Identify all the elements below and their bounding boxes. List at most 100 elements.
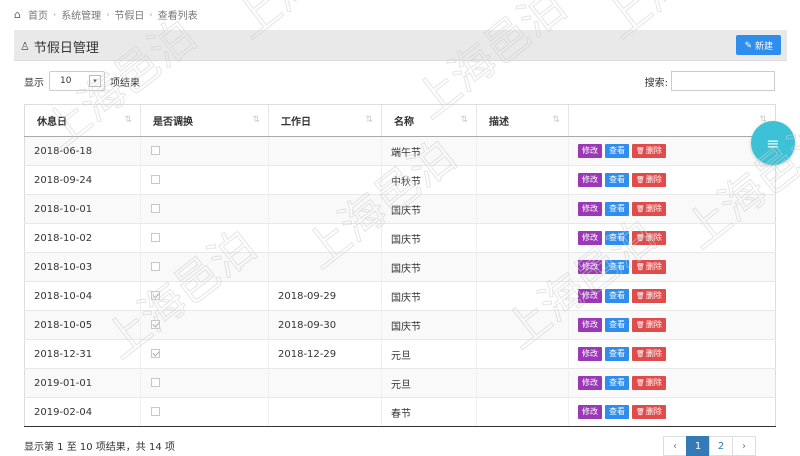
delete-label: 删除 xyxy=(645,146,662,155)
new-button[interactable]: ✎ 新建 xyxy=(736,35,781,55)
swapped-checkbox xyxy=(151,378,160,387)
cell-actions: 修改 查看 🗑删除 xyxy=(568,310,776,340)
user-icon: ♙ xyxy=(20,40,30,53)
new-button-label: 新建 xyxy=(754,40,773,51)
view-button[interactable]: 查看 xyxy=(605,347,629,361)
edit-button[interactable]: 修改 xyxy=(578,376,602,390)
breadcrumb-separator: › xyxy=(149,9,153,19)
cell-description xyxy=(476,368,569,398)
cell-name: 中秋节 xyxy=(381,165,477,195)
table-row: 2018-06-18 端午节 修改 查看 🗑删除 xyxy=(24,136,776,166)
cell-description xyxy=(476,136,569,166)
page-button-1[interactable]: 1 xyxy=(686,436,710,456)
table-row: 2018-10-04 2018-09-29 国庆节 修改 查看 🗑删除 xyxy=(24,281,776,311)
menu-fab-button[interactable]: ≡ xyxy=(751,121,795,165)
edit-button[interactable]: 修改 xyxy=(578,318,602,332)
view-button[interactable]: 查看 xyxy=(605,144,629,158)
col-header-description[interactable]: 描述 ⇅ xyxy=(476,104,569,137)
trash-icon: 🗑 xyxy=(636,408,645,416)
delete-label: 删除 xyxy=(645,233,662,242)
cell-swapped xyxy=(140,165,269,195)
delete-button[interactable]: 🗑删除 xyxy=(632,376,666,390)
cell-rest-day: 2018-10-02 xyxy=(24,223,141,253)
edit-button[interactable]: 修改 xyxy=(578,405,602,419)
cell-description xyxy=(476,339,569,369)
view-button[interactable]: 查看 xyxy=(605,202,629,216)
cell-description xyxy=(476,281,569,311)
cell-actions: 修改 查看 🗑删除 xyxy=(568,397,776,427)
search-label: 搜索: xyxy=(644,77,668,89)
page-length-select[interactable]: 10 ▾ xyxy=(49,71,105,91)
view-button[interactable]: 查看 xyxy=(605,376,629,390)
table-row: 2018-10-02 国庆节 修改 查看 🗑删除 xyxy=(24,223,776,253)
col-header-swapped[interactable]: 是否调换 ⇅ xyxy=(140,104,269,137)
edit-button[interactable]: 修改 xyxy=(578,347,602,361)
delete-button[interactable]: 🗑删除 xyxy=(632,318,666,332)
cell-actions: 修改 查看 🗑删除 xyxy=(568,252,776,282)
view-button[interactable]: 查看 xyxy=(605,405,629,419)
page-length-value: 10 xyxy=(60,76,72,86)
view-button[interactable]: 查看 xyxy=(605,260,629,274)
table-header-row: 休息日 ⇅ 是否调换 ⇅ 工作日 ⇅ 名称 ⇅ 描述 ⇅ ⇅ xyxy=(24,104,776,137)
delete-label: 删除 xyxy=(645,262,662,271)
view-button[interactable]: 查看 xyxy=(605,318,629,332)
breadcrumb-holidays[interactable]: 节假日 xyxy=(114,7,144,22)
cell-workday xyxy=(268,136,382,166)
delete-label: 删除 xyxy=(645,349,662,358)
sort-icon: ⇅ xyxy=(552,115,560,125)
view-button[interactable]: 查看 xyxy=(605,173,629,187)
cell-rest-day: 2018-10-01 xyxy=(24,194,141,224)
delete-button[interactable]: 🗑删除 xyxy=(632,260,666,274)
trash-icon: 🗑 xyxy=(636,205,645,213)
delete-button[interactable]: 🗑删除 xyxy=(632,202,666,216)
delete-button[interactable]: 🗑删除 xyxy=(632,405,666,419)
edit-button[interactable]: 修改 xyxy=(578,289,602,303)
table-row: 2018-10-05 2018-09-30 国庆节 修改 查看 🗑删除 xyxy=(24,310,776,340)
edit-button[interactable]: 修改 xyxy=(578,144,602,158)
cell-rest-day: 2018-10-04 xyxy=(24,281,141,311)
cell-workday xyxy=(268,165,382,195)
cell-swapped xyxy=(140,194,269,224)
home-icon[interactable]: ⌂ xyxy=(14,8,21,21)
edit-button[interactable]: 修改 xyxy=(578,173,602,187)
col-header-name[interactable]: 名称 ⇅ xyxy=(381,104,477,137)
cell-name: 国庆节 xyxy=(381,194,477,224)
cell-swapped xyxy=(140,281,269,311)
col-header-actions: ⇅ xyxy=(568,104,776,137)
swapped-checkbox xyxy=(151,349,160,358)
view-button[interactable]: 查看 xyxy=(605,289,629,303)
breadcrumb-system[interactable]: 系统管理 xyxy=(61,7,101,22)
delete-button[interactable]: 🗑删除 xyxy=(632,144,666,158)
table-info: 显示第 1 至 10 项结果，共 14 项 xyxy=(24,442,175,453)
cell-swapped xyxy=(140,136,269,166)
cell-swapped xyxy=(140,397,269,427)
cell-actions: 修改 查看 🗑删除 xyxy=(568,165,776,195)
delete-label: 删除 xyxy=(645,407,662,416)
page-button-2[interactable]: 2 xyxy=(709,436,733,456)
cell-description xyxy=(476,165,569,195)
next-page-button[interactable]: › xyxy=(732,436,756,456)
cell-name: 国庆节 xyxy=(381,252,477,282)
view-button[interactable]: 查看 xyxy=(605,231,629,245)
holiday-table: 休息日 ⇅ 是否调换 ⇅ 工作日 ⇅ 名称 ⇅ 描述 ⇅ ⇅ 2018-06-18 端午节… xyxy=(24,104,776,427)
delete-button[interactable]: 🗑删除 xyxy=(632,289,666,303)
cell-swapped xyxy=(140,252,269,282)
delete-button[interactable]: 🗑删除 xyxy=(632,347,666,361)
page-length-control: 显示 10 ▾ 项结果 xyxy=(24,71,140,91)
prev-page-button[interactable]: ‹ xyxy=(663,436,687,456)
col-header-workday[interactable]: 工作日 ⇅ xyxy=(268,104,382,137)
delete-button[interactable]: 🗑删除 xyxy=(632,231,666,245)
edit-button[interactable]: 修改 xyxy=(578,260,602,274)
breadcrumb-current: 查看列表 xyxy=(157,10,198,22)
col-header-rest-day[interactable]: 休息日 ⇅ xyxy=(24,104,141,137)
trash-icon: 🗑 xyxy=(636,147,645,155)
edit-button[interactable]: 修改 xyxy=(578,202,602,216)
edit-button[interactable]: 修改 xyxy=(578,231,602,245)
cell-actions: 修改 查看 🗑删除 xyxy=(568,194,776,224)
breadcrumb-home[interactable]: 首页 xyxy=(28,7,48,22)
cell-swapped xyxy=(140,310,269,340)
table-row: 2018-10-03 国庆节 修改 查看 🗑删除 xyxy=(24,252,776,282)
delete-button[interactable]: 🗑删除 xyxy=(632,173,666,187)
search-input[interactable] xyxy=(671,71,775,91)
sort-icon: ⇅ xyxy=(365,115,373,125)
